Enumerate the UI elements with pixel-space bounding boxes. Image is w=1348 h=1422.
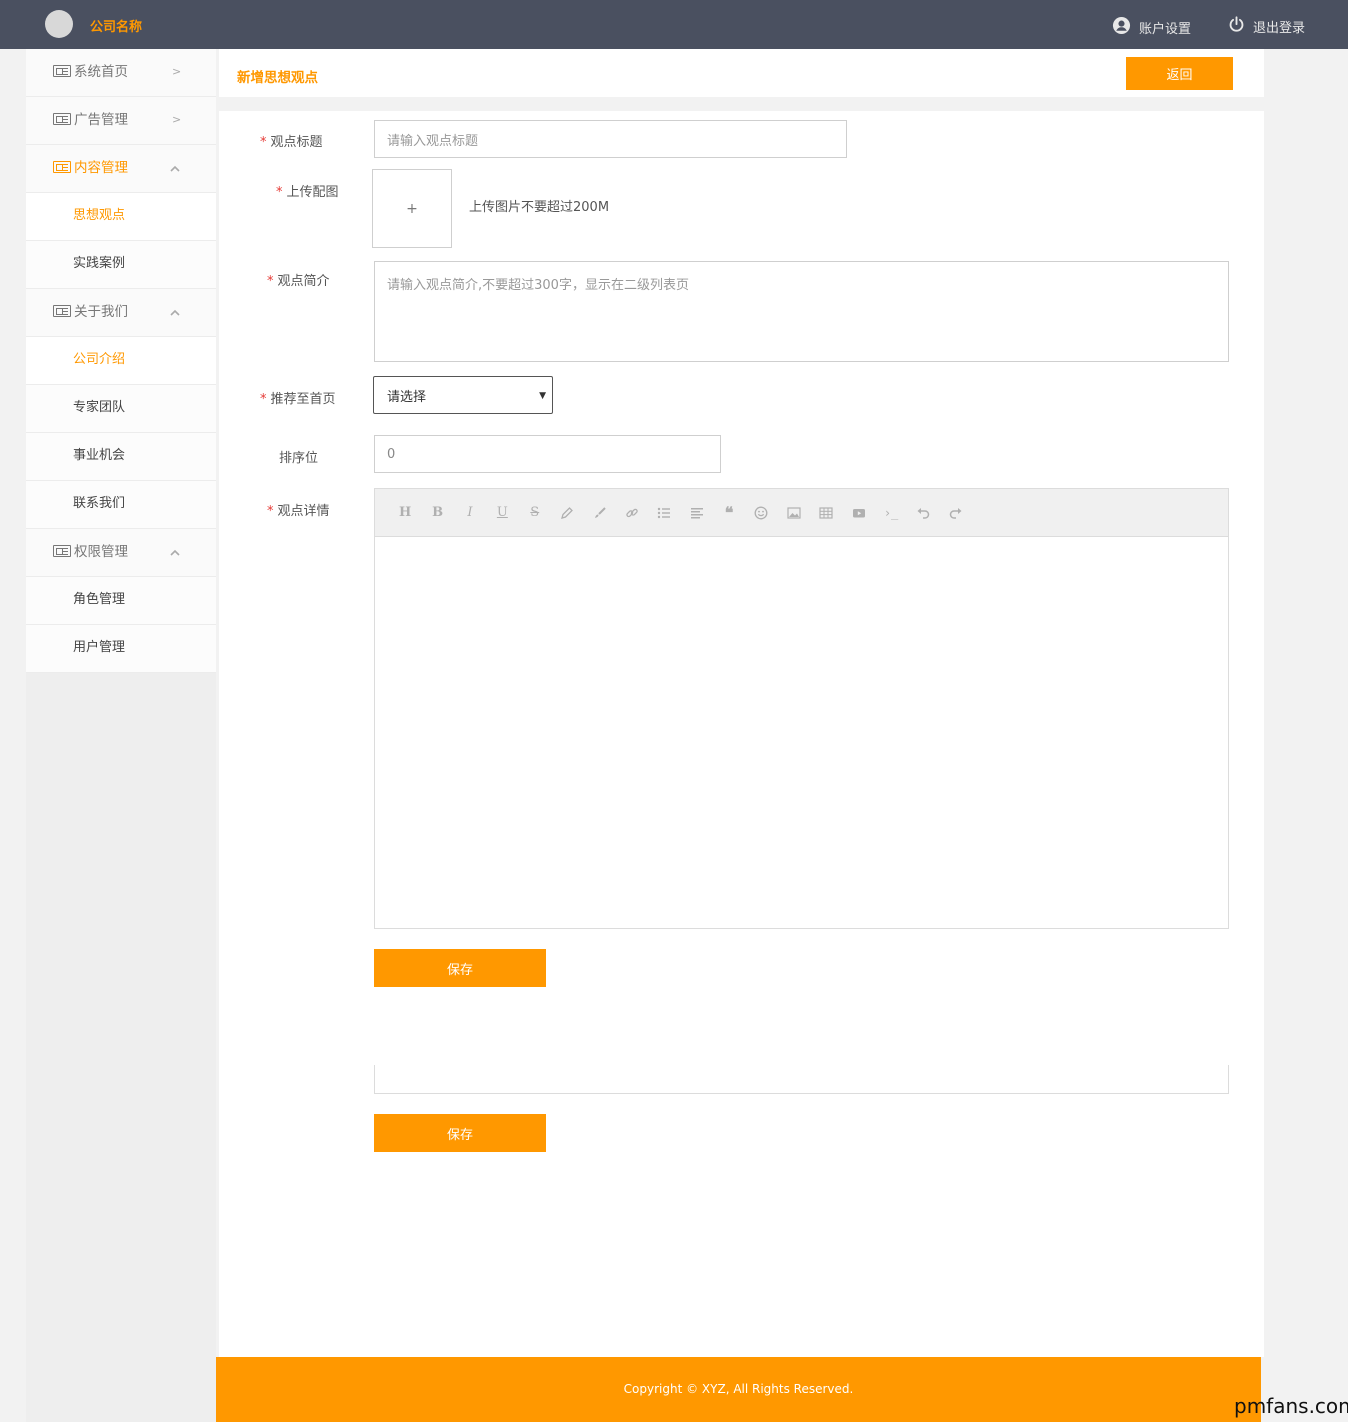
sidebar-item-label: 关于我们 <box>74 304 128 320</box>
page-header: 新增思想观点 返回 <box>219 49 1264 97</box>
undo-icon[interactable] <box>907 503 939 523</box>
recommend-select[interactable]: 请选择 ▼ <box>373 376 553 414</box>
summary-label: * 观点简介 <box>267 274 330 289</box>
sidebar-item-content[interactable]: 内容管理 <box>26 145 216 193</box>
plus-icon: + <box>406 200 418 217</box>
chevron-up-icon <box>170 309 180 316</box>
editor-content-area[interactable] <box>375 537 1228 928</box>
table-icon[interactable] <box>810 503 842 523</box>
sidebar-subitem-cases[interactable]: 实践案例 <box>26 241 216 289</box>
chevron-right-icon: > <box>172 113 182 126</box>
video-icon[interactable] <box>842 503 874 523</box>
required-mark: * <box>276 185 283 200</box>
required-mark: * <box>260 392 267 407</box>
bullet-list-icon[interactable] <box>648 503 680 523</box>
watermark: pmfans.com <box>1234 1394 1348 1418</box>
dropdown-caret-icon: ▼ <box>539 391 546 401</box>
sidebar-item-label: 系统首页 <box>74 64 128 80</box>
editor-toolbar: H B I U S ❝ ›_ <box>375 489 1228 537</box>
image-icon[interactable] <box>778 503 810 523</box>
italic-icon[interactable]: I <box>454 503 486 523</box>
strikethrough-icon[interactable]: S <box>519 503 551 523</box>
sidebar-item-label: 内容管理 <box>74 160 128 176</box>
link-icon[interactable] <box>616 503 648 523</box>
sidebar: 系统首页 > 广告管理 > 内容管理 思想观点 实践案例 关于我们 公司介绍 专… <box>26 49 216 1422</box>
page-title: 新增思想观点 <box>237 70 318 86</box>
save-button-secondary[interactable]: 保存 <box>374 1114 546 1152</box>
detail-label: * 观点详情 <box>267 504 330 519</box>
chevron-up-icon <box>170 549 180 556</box>
align-icon[interactable] <box>681 503 713 523</box>
sidebar-item-ads[interactable]: 广告管理 > <box>26 97 216 145</box>
quote-icon[interactable]: ❝ <box>713 503 745 523</box>
title-input[interactable]: 请输入观点标题 <box>374 120 847 158</box>
required-mark: * <box>260 135 267 150</box>
rich-text-editor: H B I U S ❝ ›_ <box>374 488 1229 929</box>
logout-label: 退出登录 <box>1253 21 1306 36</box>
brush-icon[interactable] <box>583 503 615 523</box>
sidebar-item-about[interactable]: 关于我们 <box>26 289 216 337</box>
newspaper-icon <box>53 545 71 557</box>
user-icon <box>1112 16 1131 39</box>
sidebar-item-label: 广告管理 <box>74 112 128 128</box>
power-icon <box>1228 16 1245 37</box>
newspaper-icon <box>53 305 71 317</box>
sidebar-subitem-experts[interactable]: 专家团队 <box>26 385 216 433</box>
code-icon[interactable]: ›_ <box>875 503 907 523</box>
image-upload-box[interactable]: + <box>372 169 452 248</box>
back-button[interactable]: 返回 <box>1126 57 1233 90</box>
sidebar-subitem-careers[interactable]: 事业机会 <box>26 433 216 481</box>
recommend-label: * 推荐至首页 <box>260 392 336 407</box>
title-label: * 观点标题 <box>260 135 323 150</box>
top-navbar: 公司名称 账户设置 退出登录 <box>0 0 1348 49</box>
required-mark: * <box>267 274 274 289</box>
sidebar-subitem-contact[interactable]: 联系我们 <box>26 481 216 529</box>
sidebar-menu: 系统首页 > 广告管理 > 内容管理 思想观点 实践案例 关于我们 公司介绍 专… <box>26 49 216 673</box>
sidebar-item-permissions[interactable]: 权限管理 <box>26 529 216 577</box>
sidebar-subitem-viewpoints[interactable]: 思想观点 <box>26 193 216 241</box>
newspaper-icon <box>53 65 71 77</box>
pencil-icon[interactable] <box>551 503 583 523</box>
logout-link[interactable]: 退出登录 <box>1228 16 1305 37</box>
copyright-text: Copyright © XYZ, All Rights Reserved. <box>623 1382 854 1396</box>
account-settings-link[interactable]: 账户设置 <box>1112 16 1191 39</box>
upload-hint: 上传图片不要超过200M <box>469 200 610 215</box>
upload-label: * 上传配图 <box>276 185 339 200</box>
sidebar-subitem-roles[interactable]: 角色管理 <box>26 577 216 625</box>
chevron-right-icon: > <box>172 65 182 78</box>
required-mark: * <box>267 504 274 519</box>
newspaper-icon <box>53 161 71 173</box>
emoji-icon[interactable] <box>745 503 777 523</box>
account-settings-label: 账户设置 <box>1139 22 1192 37</box>
footer: Copyright © XYZ, All Rights Reserved. <box>216 1357 1261 1422</box>
sort-input[interactable]: 0 <box>374 435 721 473</box>
secondary-editor-bottom <box>374 1065 1229 1094</box>
underline-icon[interactable]: U <box>486 503 518 523</box>
recommend-select-value: 请选择 <box>387 389 427 405</box>
bold-icon[interactable]: B <box>421 503 453 523</box>
sort-label: 排序位 <box>279 451 319 466</box>
company-logo[interactable] <box>45 10 73 38</box>
form-panel: * 观点标题 请输入观点标题 * 上传配图 + 上传图片不要超过200M * 观点简介… <box>219 111 1264 1357</box>
save-button[interactable]: 保存 <box>374 949 546 987</box>
chevron-up-icon <box>170 165 180 172</box>
sidebar-subitem-company-intro[interactable]: 公司介绍 <box>26 337 216 385</box>
sidebar-item-label: 权限管理 <box>74 544 128 560</box>
sidebar-subitem-users[interactable]: 用户管理 <box>26 625 216 673</box>
sidebar-item-system-home[interactable]: 系统首页 > <box>26 49 216 97</box>
company-name[interactable]: 公司名称 <box>90 16 142 35</box>
redo-icon[interactable] <box>940 503 972 523</box>
newspaper-icon <box>53 113 71 125</box>
heading-icon[interactable]: H <box>389 503 421 523</box>
summary-textarea[interactable]: 请输入观点简介,不要超过300字，显示在二级列表页 <box>374 261 1229 362</box>
